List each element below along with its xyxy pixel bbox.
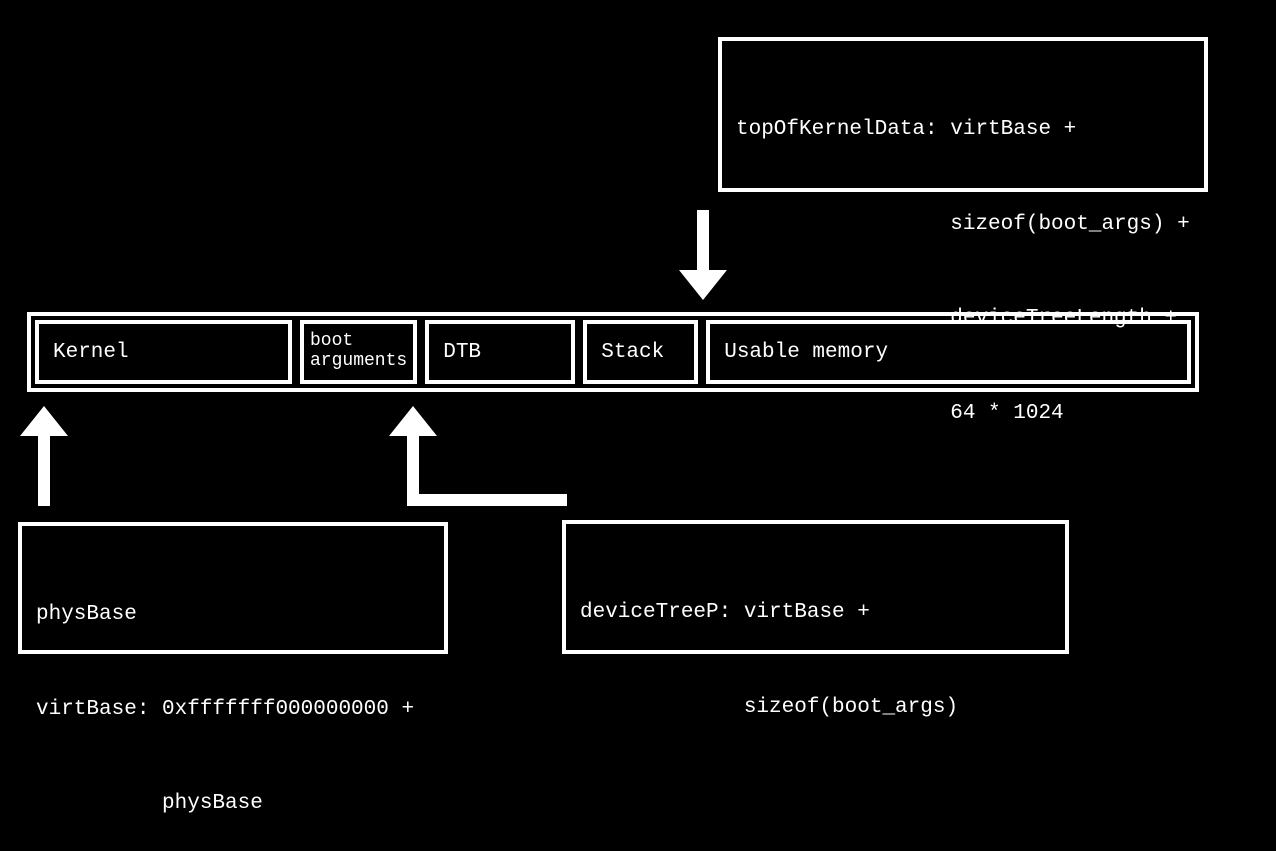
right-line-1: deviceTreeP: virtBase + [580, 597, 1051, 629]
left-arrow-shaft [38, 432, 50, 506]
mem-boot-line2: arguments [310, 352, 407, 372]
memory-layout: Kernel boot arguments DTB Stack Usable m… [27, 312, 1199, 392]
mem-usable-label: Usable memory [724, 341, 888, 364]
top-line-2: sizeof(boot_args) + [736, 209, 1190, 241]
mem-boot-line1: boot [310, 332, 353, 352]
top-line-1: topOfKernelData: virtBase + [736, 114, 1190, 146]
top-arrow-shaft [697, 210, 709, 275]
top-annotation-box: topOfKernelData: virtBase + sizeof(boot_… [718, 37, 1208, 192]
mem-stack: Stack [583, 320, 698, 384]
mem-boot-args: boot arguments [300, 320, 417, 384]
top-line-4: 64 * 1024 [736, 398, 1190, 430]
mem-dtb: DTB [425, 320, 575, 384]
left-line-1: physBase [36, 599, 430, 631]
left-line-3: physBase [36, 788, 430, 820]
dtb-arrow-shaft-vert [407, 432, 419, 498]
mem-kernel-label: Kernel [53, 341, 129, 364]
left-annotation-box: physBase virtBase: 0xfffffff000000000 + … [18, 522, 448, 654]
mem-usable: Usable memory [706, 320, 1191, 384]
right-line-2: sizeof(boot_args) [580, 692, 1051, 724]
mem-dtb-label: DTB [443, 341, 481, 364]
dtb-arrow-shaft-horiz [407, 494, 567, 506]
mem-kernel: Kernel [35, 320, 292, 384]
right-annotation-box: deviceTreeP: virtBase + sizeof(boot_args… [562, 520, 1069, 654]
mem-stack-label: Stack [601, 341, 664, 364]
left-line-2: virtBase: 0xfffffff000000000 + [36, 694, 430, 726]
top-arrow-head [679, 270, 727, 300]
